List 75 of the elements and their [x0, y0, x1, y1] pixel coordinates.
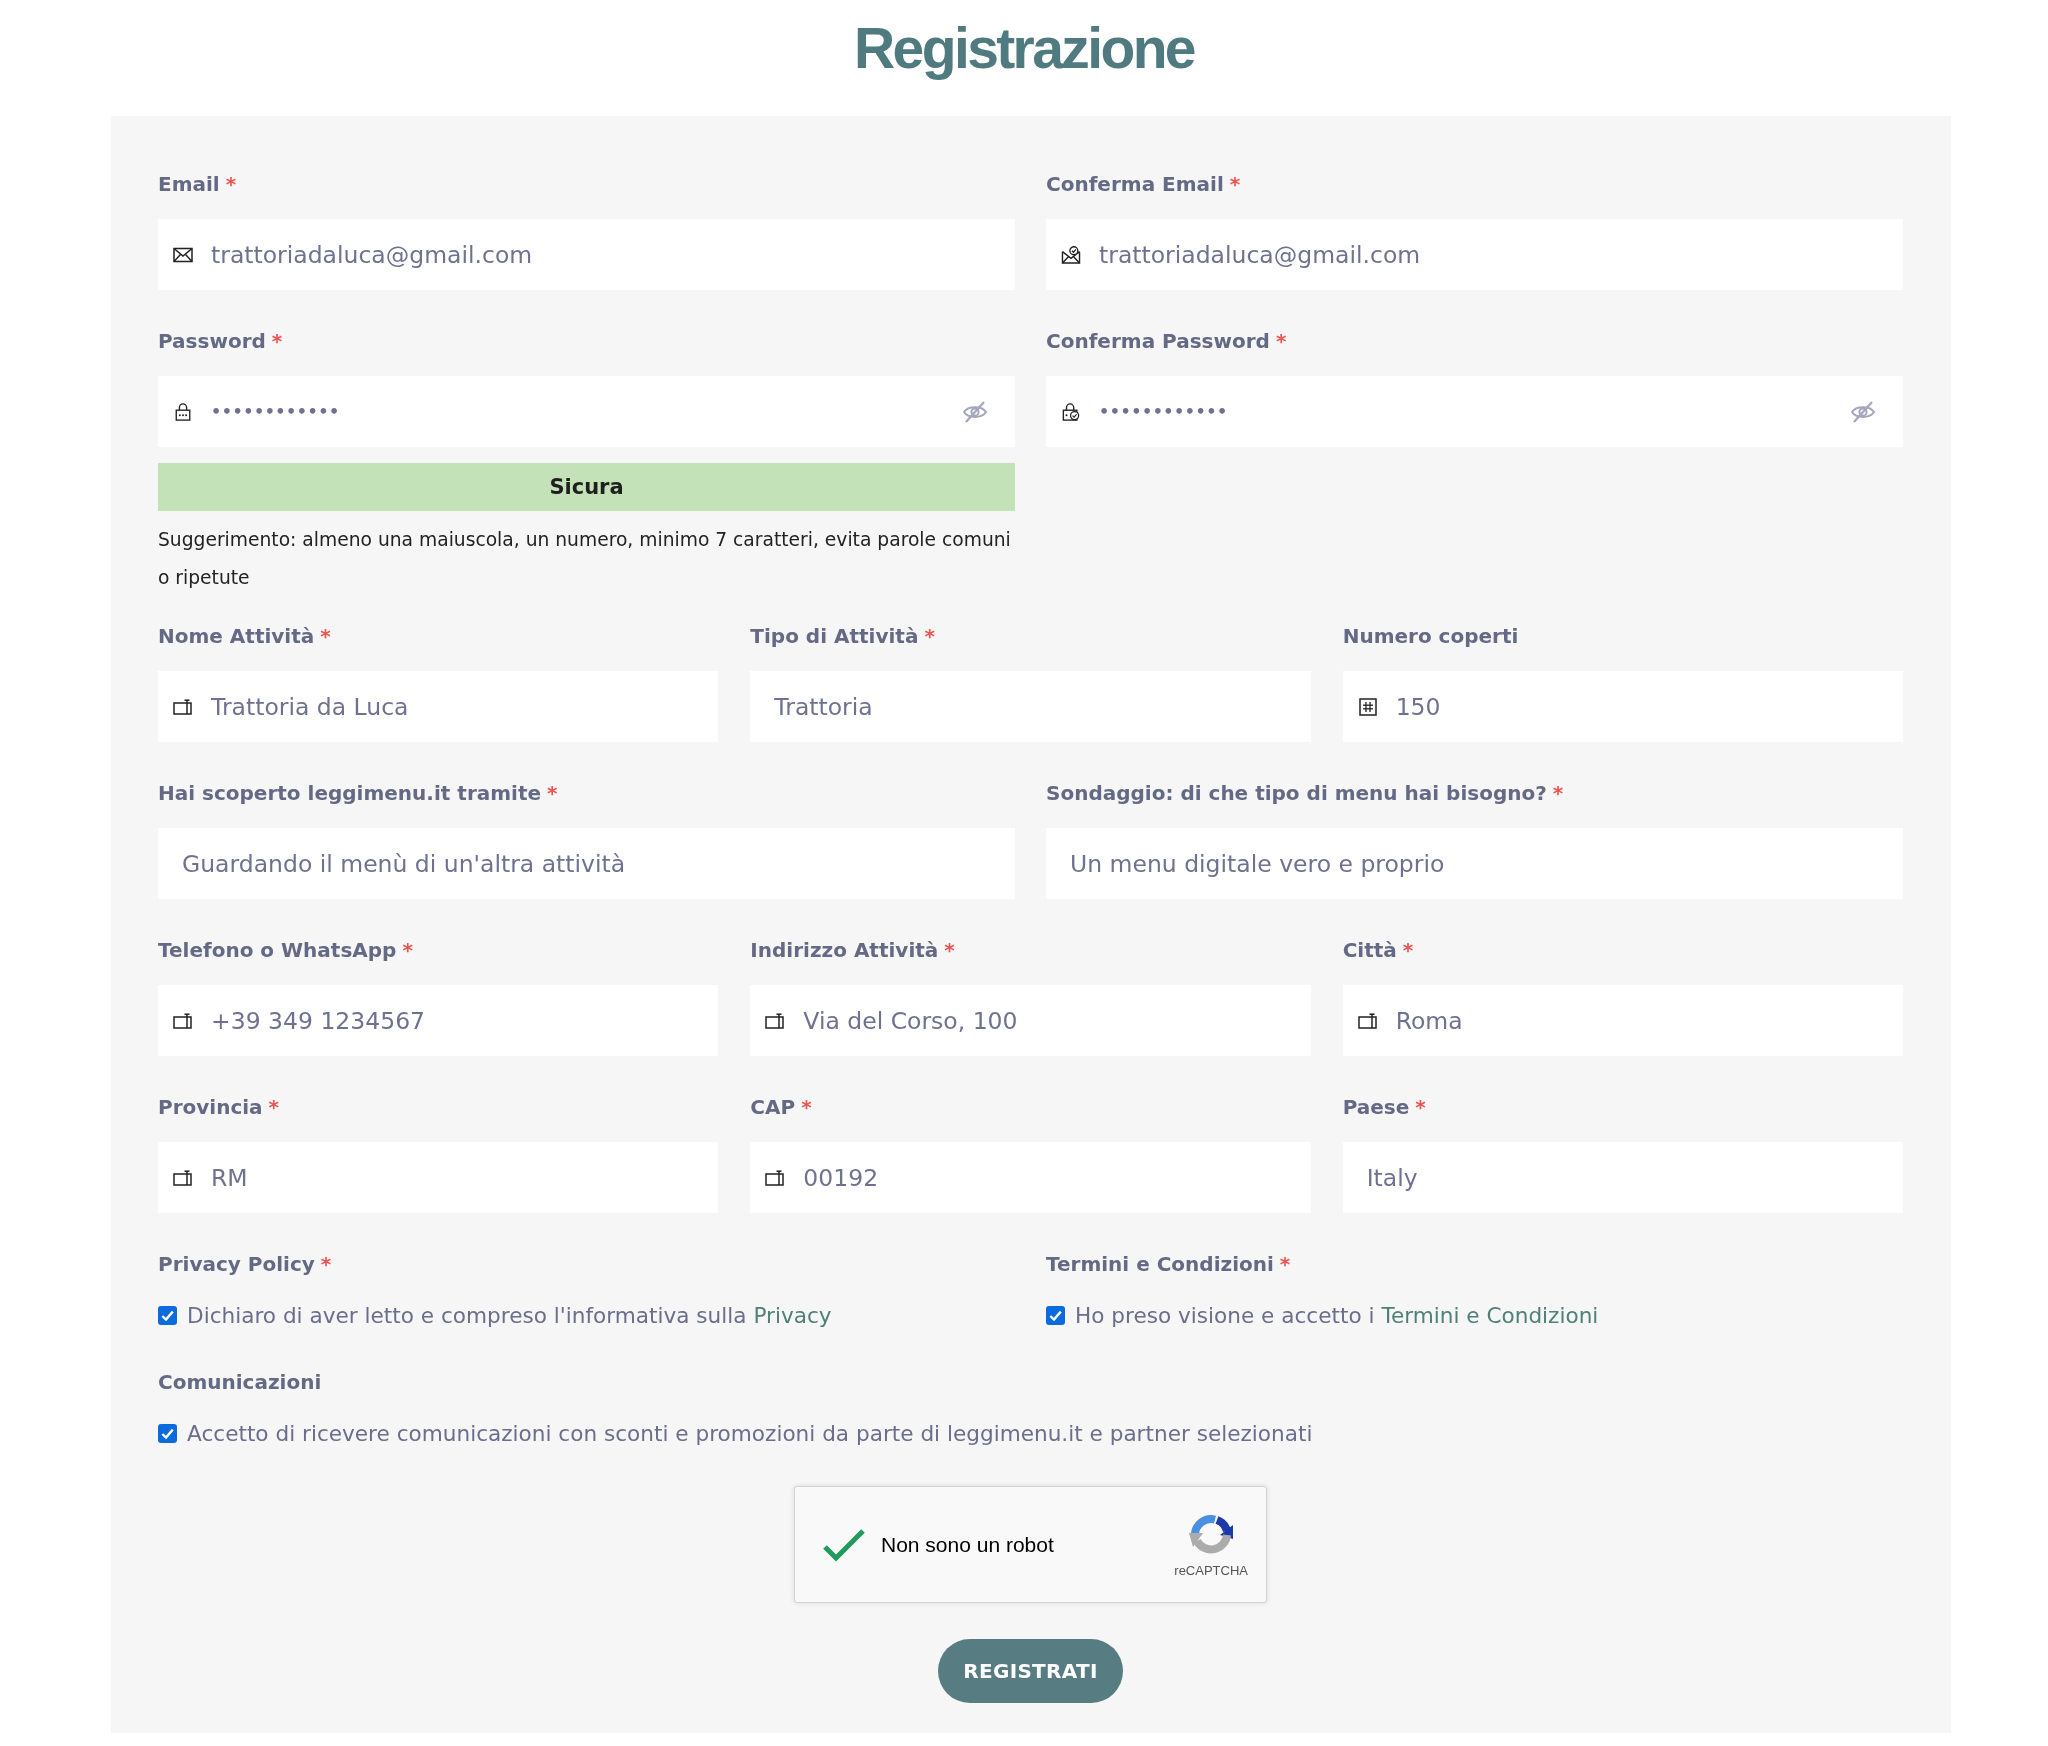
check-icon[interactable]: [821, 1526, 867, 1563]
required-asterisk: *: [1552, 781, 1564, 805]
consent-text: Ho preso visione e accetto i Termini e Condizioni: [1075, 1303, 1599, 1328]
input-field[interactable]: +39 349 1234567: [158, 985, 719, 1056]
panel-icon: [1357, 1011, 1378, 1030]
lock-check-icon: [1061, 402, 1081, 421]
field-label: Numero coperti: [1342, 624, 1519, 648]
field-label: Hai scoperto leggimenu.it tramite: [158, 781, 542, 805]
field-label: Comunicazioni: [158, 1370, 322, 1394]
panel-icon: [173, 1011, 193, 1030]
hash-icon: [1357, 697, 1378, 716]
envelope-check-icon: [1061, 245, 1081, 264]
required-asterisk: *: [271, 329, 283, 353]
input-field[interactable]: ••••••••••••: [158, 376, 1015, 447]
required-asterisk: *: [320, 624, 331, 648]
input-field[interactable]: trattoriadaluca@gmail.com: [1046, 219, 1903, 290]
required-asterisk: *: [1279, 1252, 1291, 1276]
password-hint: Suggerimento: almeno una maiuscola, un numero, minimo 7 caratteri, evita parole comuni o ripetute: [158, 528, 1012, 590]
password-strength-bar: Sicura: [158, 463, 1015, 511]
panel-icon: [173, 697, 193, 716]
input-field[interactable]: ••••••••••••: [1046, 376, 1903, 447]
register-button[interactable]: REGISTRATI: [938, 1639, 1123, 1703]
input-field[interactable]: 00192: [750, 1142, 1311, 1213]
checkbox[interactable]: [158, 1424, 177, 1443]
input-field[interactable]: RM: [158, 1142, 719, 1213]
panel-icon: [765, 1011, 786, 1030]
required-asterisk: *: [1402, 938, 1414, 962]
checkbox[interactable]: [1046, 1306, 1065, 1325]
required-asterisk: *: [944, 938, 955, 962]
field-label: Telefono o WhatsApp: [158, 938, 397, 962]
input-field[interactable]: trattoriadaluca@gmail.com: [158, 219, 1015, 290]
input-field[interactable]: Via del Corso, 100: [750, 985, 1311, 1056]
field-label: Indirizzo Attività: [750, 938, 939, 962]
field-label: Tipo di Attività: [750, 624, 919, 648]
required-asterisk: *: [1415, 1095, 1426, 1119]
field-label: Sondaggio: di che tipo di menu hai bisogno?: [1046, 781, 1547, 805]
field-label: Password: [158, 329, 266, 353]
required-asterisk: *: [268, 1095, 280, 1119]
required-asterisk: *: [1275, 329, 1287, 353]
required-asterisk: *: [1229, 172, 1241, 196]
consent-text: Dichiaro di aver letto e compreso l'informativa sulla Privacy: [187, 1303, 832, 1328]
consent-link[interactable]: Termini e Condizioni: [1381, 1303, 1599, 1328]
select-field[interactable]: Trattoria: [750, 671, 1311, 742]
captcha-label: Non sono un robot: [881, 1532, 1055, 1557]
lock-icon: [173, 402, 193, 421]
required-asterisk: *: [402, 938, 413, 962]
required-asterisk: *: [924, 624, 935, 648]
select-field[interactable]: Italy: [1342, 1142, 1903, 1213]
input-field[interactable]: Trattoria da Luca: [158, 671, 719, 742]
field-label: Privacy Policy: [158, 1252, 315, 1276]
consent-text: Accetto di ricevere comunicazioni con sconti e promozioni da parte di leggimenu.it e partner selezionati: [187, 1421, 1313, 1446]
field-label: CAP: [750, 1095, 796, 1119]
consent-link[interactable]: Privacy: [753, 1303, 832, 1328]
field-label: Conferma Email: [1046, 172, 1224, 196]
field-label: Paese: [1342, 1095, 1410, 1119]
checkbox[interactable]: [158, 1306, 177, 1325]
panel-icon: [173, 1168, 193, 1187]
input-field[interactable]: Roma: [1342, 985, 1903, 1056]
field-label: Email: [158, 172, 220, 196]
page-title: Registrazione: [854, 15, 1194, 82]
select-field[interactable]: Un menu digitale vero e proprio: [1046, 828, 1903, 899]
field-label: Conferma Password: [1046, 329, 1270, 353]
field-label: Provincia: [158, 1095, 263, 1119]
select-field[interactable]: Guardando il menù di un'altra attività: [158, 828, 1015, 899]
envelope-icon: [173, 245, 193, 264]
required-asterisk: *: [225, 172, 237, 196]
field-label: Città: [1342, 938, 1397, 962]
required-asterisk: *: [547, 781, 558, 805]
input-field[interactable]: 150: [1342, 671, 1903, 742]
panel-icon: [765, 1168, 786, 1187]
captcha-brand: reCAPTCHA: [1174, 1563, 1248, 1578]
field-label: Nome Attività: [158, 624, 315, 648]
field-label: Termini e Condizioni: [1046, 1252, 1274, 1276]
required-asterisk: *: [320, 1252, 332, 1276]
required-asterisk: *: [801, 1095, 812, 1119]
